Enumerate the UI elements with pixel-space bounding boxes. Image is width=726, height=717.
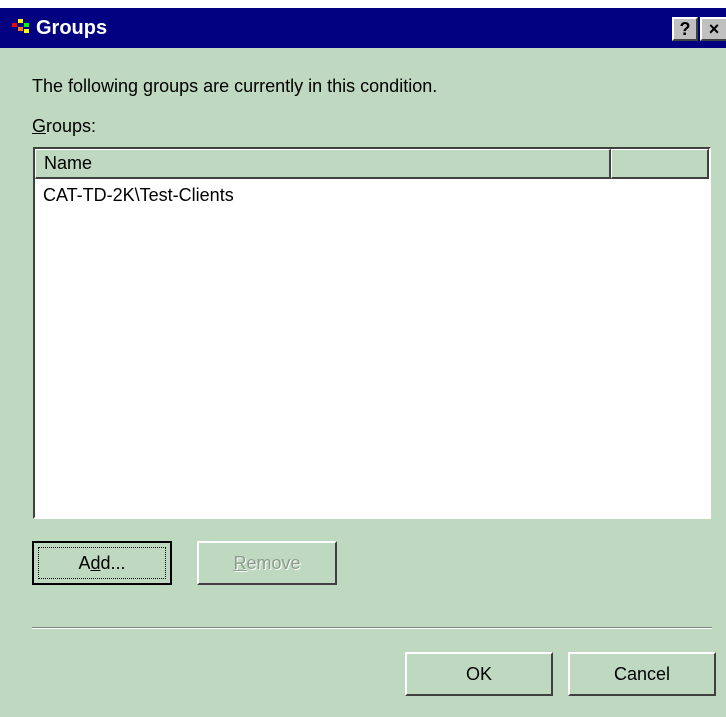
groups-list[interactable]: Name CAT-TD-2K\Test-Clients: [33, 147, 711, 519]
remove-label-mnemonic: R: [233, 553, 247, 573]
intro-text: The following groups are currently in th…: [32, 76, 438, 96]
remove-button[interactable]: Remove: [197, 541, 337, 585]
add-button-focus-rect: Add...: [38, 547, 166, 579]
column-header-name[interactable]: Name: [35, 149, 611, 179]
help-button[interactable]: ?: [672, 17, 698, 41]
app-icon: [12, 19, 29, 33]
add-label-post: d...: [100, 553, 126, 573]
groups-dialog: Groups ? × The following groups are curr…: [0, 8, 726, 717]
add-button[interactable]: Add...: [32, 541, 172, 585]
add-label-mnemonic: d: [90, 553, 101, 573]
remove-label-rest: emove: [246, 553, 301, 573]
groups-label-rest: roups:: [46, 116, 97, 136]
add-label-pre: A: [78, 553, 91, 573]
list-item[interactable]: CAT-TD-2K\Test-Clients: [43, 185, 234, 206]
cancel-button[interactable]: Cancel: [568, 652, 716, 696]
close-button[interactable]: ×: [700, 17, 726, 41]
groups-label-mnemonic: G: [32, 116, 47, 136]
separator: [32, 627, 712, 629]
column-header-extra[interactable]: [611, 149, 709, 179]
ok-button[interactable]: OK: [405, 652, 553, 696]
groups-label: Groups:: [32, 116, 96, 137]
window-title: Groups: [36, 17, 108, 39]
title-bar[interactable]: Groups ? ×: [0, 8, 726, 48]
